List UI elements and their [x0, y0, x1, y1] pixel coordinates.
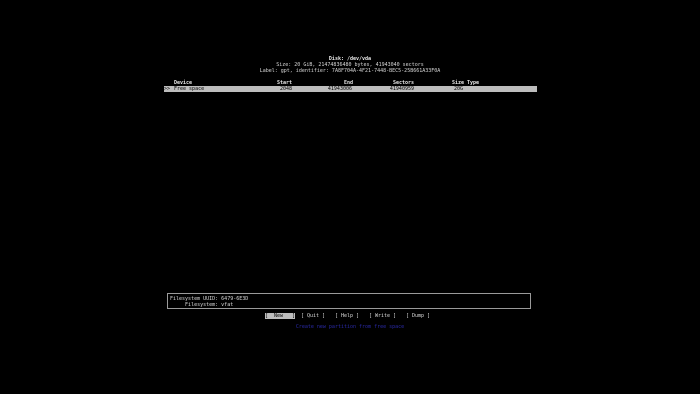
- disk-label-info: Label: gpt, identifier: 7A8F704A-4F21-74…: [259, 68, 441, 74]
- quit-button[interactable]: [ Quit ]: [301, 313, 326, 319]
- help-button[interactable]: [ Help ]: [335, 313, 360, 319]
- row-device: Free space: [174, 86, 205, 92]
- row-size: 20G: [453, 86, 463, 92]
- row-start: 2048: [279, 86, 292, 92]
- action-menu-bar: [ New ] [ Quit ] [ Help ] [ Write ] [ Du…: [0, 313, 700, 319]
- action-hint: Create new partition from free space: [295, 324, 405, 330]
- selection-marker: >>: [164, 86, 171, 92]
- row-end: 41943006: [327, 86, 352, 92]
- partition-info-box: Filesystem UUID: 6479-6E3D Filesystem: v…: [167, 293, 531, 309]
- terminal-window: Disk: /dev/vda Size: 20 GiB, 21474836480…: [0, 0, 700, 394]
- row-sectors: 41940959: [389, 86, 414, 92]
- new-button[interactable]: [ New ]: [265, 313, 295, 319]
- filesystem-type: Filesystem: vfat: [170, 302, 234, 308]
- write-button[interactable]: [ Write ]: [369, 313, 399, 319]
- dump-button[interactable]: [ Dump ]: [406, 313, 436, 319]
- table-row-free-space[interactable]: >> Free space 2048 41943006 41940959 20G: [164, 86, 537, 92]
